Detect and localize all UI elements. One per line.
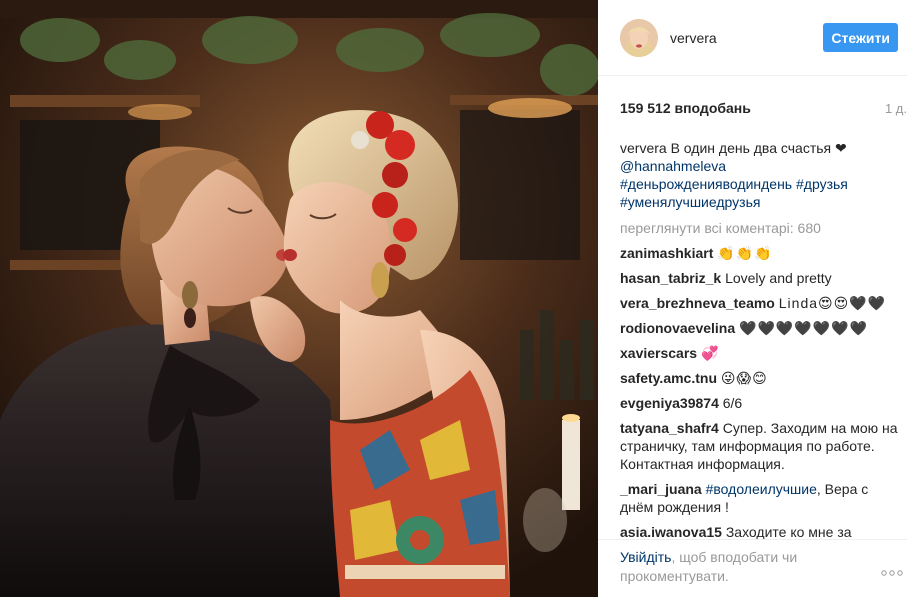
login-link[interactable]: Увійдіть (620, 549, 671, 565)
caption-mention[interactable]: @hannahmeleva (620, 158, 726, 174)
comment-item: hasan_tabriz_k Lovely and pretty (620, 269, 901, 287)
post-header: ververa Стежити (598, 0, 907, 76)
login-prompt: Увійдіть, щоб вподобати чи прокоментуват… (598, 539, 907, 597)
caption-hashtag[interactable]: #уменялучшиедрузья (620, 194, 760, 210)
comment-username[interactable]: hasan_tabriz_k (620, 270, 721, 286)
comment-item: xavierscars 💞 (620, 344, 901, 362)
load-more-comments[interactable]: переглянути всі коментарі: 680 (620, 219, 901, 237)
post-time[interactable]: 1 д. (885, 101, 907, 116)
caption-hashtag[interactable]: #друзья (796, 176, 848, 192)
comment-item: safety.amc.tnu 😜😱😊 (620, 369, 901, 387)
comment-username[interactable]: vera_brezhneva_teamo (620, 295, 775, 311)
comment-item: zanimashkiart 👏👏👏 (620, 244, 901, 262)
comment-username[interactable]: tatyana_shafr4 (620, 420, 719, 436)
comment-username[interactable]: _mari_juana (620, 481, 702, 497)
post-sidebar: ververa Стежити 159 512 вподобань 1 д. v… (598, 0, 915, 597)
comment-item: evgeniya39874 6/6 (620, 394, 901, 412)
comment-username[interactable]: evgeniya39874 (620, 395, 719, 411)
comment-item: tatyana_shafr4 Супер. Заходим на мою на … (620, 419, 901, 473)
comment-item: _mari_juana #водолеилучшие, Вера с днём … (620, 480, 901, 516)
comment-username[interactable]: safety.amc.tnu (620, 370, 717, 386)
post-photo[interactable] (0, 0, 598, 597)
post-meta: 159 512 вподобань 1 д. (598, 76, 915, 120)
comment-item: asia.iwanova15 Заходите ко мне за (620, 523, 901, 539)
comment-username[interactable]: xavierscars (620, 345, 697, 361)
comment-text: 💞 (700, 345, 720, 361)
caption-username[interactable]: ververa (620, 140, 667, 156)
photo-illustration (0, 0, 598, 597)
comment-item: rodionovaevelina 🖤🖤🖤🖤🖤🖤🖤 (620, 319, 901, 337)
more-options-icon[interactable] (881, 562, 903, 581)
comment-text: Lovely and pretty (725, 270, 832, 286)
comment-text: 😜😱😊 (720, 370, 768, 386)
caption-text: В один день два счастья ❤ (670, 140, 847, 156)
post-caption: ververa В один день два счастья ❤ @hanna… (620, 139, 901, 211)
comment-username[interactable]: rodionovaevelina (620, 320, 735, 336)
avatar[interactable] (620, 18, 658, 57)
instagram-post: ververa Стежити 159 512 вподобань 1 д. v… (0, 0, 915, 597)
post-username[interactable]: ververa (670, 30, 823, 46)
comment-text: 6/6 (722, 395, 743, 411)
comment-item: vera_brezhneva_teamo Linda😍😍🖤🖤 (620, 294, 901, 312)
comment-text: Linda😍😍🖤🖤 (778, 295, 887, 311)
comment-text: Заходите ко мне за (725, 524, 852, 539)
comments-list[interactable]: ververa В один день два счастья ❤ @hanna… (598, 120, 915, 539)
follow-button[interactable]: Стежити (823, 23, 898, 52)
comment-text: 🖤🖤🖤🖤🖤🖤🖤 (739, 320, 869, 336)
comment-username[interactable]: asia.iwanova15 (620, 524, 722, 539)
caption-hashtag[interactable]: #деньрожденияводиндень (620, 176, 792, 192)
likes-count[interactable]: 159 512 вподобань (620, 100, 751, 116)
comment-text: 👏👏👏 (717, 245, 773, 261)
more-options-dots (881, 570, 903, 576)
comment-username[interactable]: zanimashkiart (620, 245, 713, 261)
comment-hashtag[interactable]: #водолеилучшие (706, 481, 817, 497)
avatar-image (620, 18, 658, 57)
